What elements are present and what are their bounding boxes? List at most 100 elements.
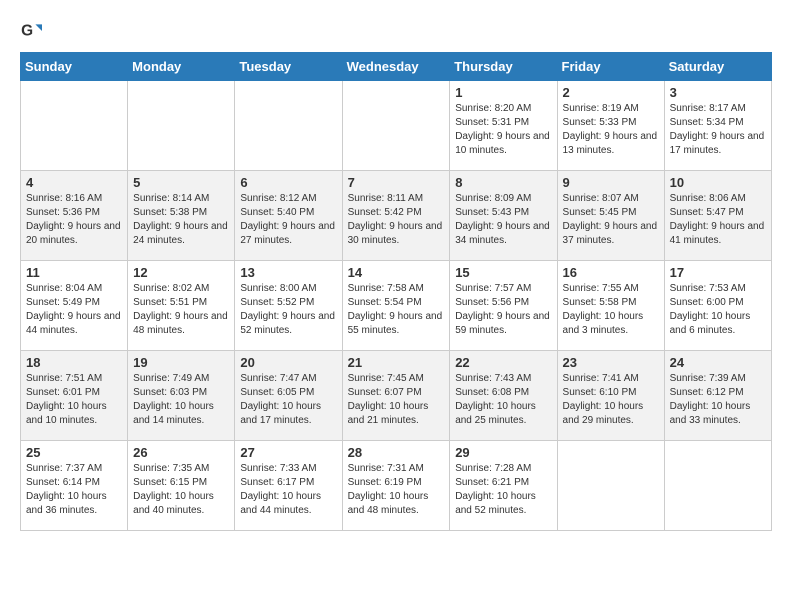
calendar-cell: 7Sunrise: 8:11 AM Sunset: 5:42 PM Daylig… bbox=[342, 171, 450, 261]
day-info: Sunrise: 7:53 AM Sunset: 6:00 PM Dayligh… bbox=[670, 282, 766, 338]
day-info: Sunrise: 8:02 AM Sunset: 5:51 PM Dayligh… bbox=[133, 282, 229, 338]
day-number: 9 bbox=[563, 175, 659, 190]
day-info: Sunrise: 7:37 AM Sunset: 6:14 PM Dayligh… bbox=[26, 462, 122, 518]
calendar-week-1: 1 Sunrise: 8:20 AM Sunset: 5:31 PM Daylig… bbox=[21, 81, 772, 171]
day-number: 4 bbox=[26, 175, 122, 190]
calendar-cell: 17 Sunrise: 7:53 AM Sunset: 6:00 PM Dayli… bbox=[664, 261, 771, 351]
day-number: 18 bbox=[26, 355, 122, 370]
day-info: Sunrise: 8:16 AM Sunset: 5:36 PM Dayligh… bbox=[26, 192, 122, 248]
header-row: SundayMondayTuesdayWednesdayThursdayFrid… bbox=[21, 53, 772, 81]
day-number: 5 bbox=[133, 175, 229, 190]
calendar-week-5: 25 Sunrise: 7:37 AM Sunset: 6:14 PM Dayli… bbox=[21, 441, 772, 531]
generalblue-icon: G bbox=[20, 20, 42, 42]
day-info: Sunrise: 7:51 AM Sunset: 6:01 PM Dayligh… bbox=[26, 372, 122, 428]
calendar-cell: 12Sunrise: 8:02 AM Sunset: 5:51 PM Dayli… bbox=[128, 261, 235, 351]
calendar-cell: 10 Sunrise: 8:06 AM Sunset: 5:47 PM Dayli… bbox=[664, 171, 771, 261]
day-info: Sunrise: 8:19 AM Sunset: 5:33 PM Dayligh… bbox=[563, 102, 659, 158]
calendar-cell bbox=[664, 441, 771, 531]
day-info: Sunrise: 7:55 AM Sunset: 5:58 PM Dayligh… bbox=[563, 282, 659, 338]
day-info: Sunrise: 7:43 AM Sunset: 6:08 PM Dayligh… bbox=[455, 372, 551, 428]
day-info: Sunrise: 7:58 AM Sunset: 5:54 PM Dayligh… bbox=[348, 282, 445, 338]
day-number: 21 bbox=[348, 355, 445, 370]
day-info: Sunrise: 7:39 AM Sunset: 6:12 PM Dayligh… bbox=[670, 372, 766, 428]
calendar-cell bbox=[235, 81, 342, 171]
day-info: Sunrise: 8:09 AM Sunset: 5:43 PM Dayligh… bbox=[455, 192, 551, 248]
day-number: 19 bbox=[133, 355, 229, 370]
day-info: Sunrise: 8:14 AM Sunset: 5:38 PM Dayligh… bbox=[133, 192, 229, 248]
calendar-cell bbox=[342, 81, 450, 171]
day-info: Sunrise: 7:31 AM Sunset: 6:19 PM Dayligh… bbox=[348, 462, 445, 518]
calendar-cell: 8 Sunrise: 8:09 AM Sunset: 5:43 PM Daylig… bbox=[450, 171, 557, 261]
day-info: Sunrise: 8:12 AM Sunset: 5:40 PM Dayligh… bbox=[240, 192, 336, 248]
day-number: 14 bbox=[348, 265, 445, 280]
day-number: 29 bbox=[455, 445, 551, 460]
calendar-cell: 6 Sunrise: 8:12 AM Sunset: 5:40 PM Daylig… bbox=[235, 171, 342, 261]
day-number: 3 bbox=[670, 85, 766, 100]
day-info: Sunrise: 7:28 AM Sunset: 6:21 PM Dayligh… bbox=[455, 462, 551, 518]
page-header: G bbox=[20, 20, 772, 42]
calendar-cell: 20 Sunrise: 7:47 AM Sunset: 6:05 PM Dayli… bbox=[235, 351, 342, 441]
day-number: 10 bbox=[670, 175, 766, 190]
day-info: Sunrise: 8:06 AM Sunset: 5:47 PM Dayligh… bbox=[670, 192, 766, 248]
day-number: 25 bbox=[26, 445, 122, 460]
day-number: 27 bbox=[240, 445, 336, 460]
day-number: 17 bbox=[670, 265, 766, 280]
calendar-cell: 9 Sunrise: 8:07 AM Sunset: 5:45 PM Daylig… bbox=[557, 171, 664, 261]
calendar-cell: 3 Sunrise: 8:17 AM Sunset: 5:34 PM Daylig… bbox=[664, 81, 771, 171]
day-number: 11 bbox=[26, 265, 122, 280]
day-info: Sunrise: 8:07 AM Sunset: 5:45 PM Dayligh… bbox=[563, 192, 659, 248]
svg-text:G: G bbox=[21, 22, 33, 39]
day-info: Sunrise: 7:45 AM Sunset: 6:07 PM Dayligh… bbox=[348, 372, 445, 428]
day-number: 15 bbox=[455, 265, 551, 280]
day-info: Sunrise: 8:17 AM Sunset: 5:34 PM Dayligh… bbox=[670, 102, 766, 158]
calendar-cell: 28 Sunrise: 7:31 AM Sunset: 6:19 PM Dayli… bbox=[342, 441, 450, 531]
calendar-cell bbox=[21, 81, 128, 171]
calendar-cell: 1 Sunrise: 8:20 AM Sunset: 5:31 PM Daylig… bbox=[450, 81, 557, 171]
calendar-cell: 16 Sunrise: 7:55 AM Sunset: 5:58 PM Dayli… bbox=[557, 261, 664, 351]
day-info: Sunrise: 7:33 AM Sunset: 6:17 PM Dayligh… bbox=[240, 462, 336, 518]
calendar-cell: 14 Sunrise: 7:58 AM Sunset: 5:54 PM Dayli… bbox=[342, 261, 450, 351]
day-number: 7 bbox=[348, 175, 445, 190]
day-info: Sunrise: 7:47 AM Sunset: 6:05 PM Dayligh… bbox=[240, 372, 336, 428]
calendar-cell: 26 Sunrise: 7:35 AM Sunset: 6:15 PM Dayli… bbox=[128, 441, 235, 531]
day-info: Sunrise: 8:00 AM Sunset: 5:52 PM Dayligh… bbox=[240, 282, 336, 338]
day-info: Sunrise: 8:20 AM Sunset: 5:31 PM Dayligh… bbox=[455, 102, 551, 158]
day-number: 20 bbox=[240, 355, 336, 370]
calendar-cell: 18 Sunrise: 7:51 AM Sunset: 6:01 PM Dayli… bbox=[21, 351, 128, 441]
calendar-cell: 24 Sunrise: 7:39 AM Sunset: 6:12 PM Dayli… bbox=[664, 351, 771, 441]
calendar-week-4: 18 Sunrise: 7:51 AM Sunset: 6:01 PM Dayli… bbox=[21, 351, 772, 441]
calendar-cell: 4 Sunrise: 8:16 AM Sunset: 5:36 PM Daylig… bbox=[21, 171, 128, 261]
day-number: 28 bbox=[348, 445, 445, 460]
calendar-cell: 11Sunrise: 8:04 AM Sunset: 5:49 PM Dayli… bbox=[21, 261, 128, 351]
calendar-week-2: 4 Sunrise: 8:16 AM Sunset: 5:36 PM Daylig… bbox=[21, 171, 772, 261]
calendar-cell: 25 Sunrise: 7:37 AM Sunset: 6:14 PM Dayli… bbox=[21, 441, 128, 531]
day-info: Sunrise: 7:57 AM Sunset: 5:56 PM Dayligh… bbox=[455, 282, 551, 338]
day-info: Sunrise: 7:35 AM Sunset: 6:15 PM Dayligh… bbox=[133, 462, 229, 518]
column-header-sunday: Sunday bbox=[21, 53, 128, 81]
column-header-friday: Friday bbox=[557, 53, 664, 81]
calendar-cell: 29 Sunrise: 7:28 AM Sunset: 6:21 PM Dayli… bbox=[450, 441, 557, 531]
day-number: 23 bbox=[563, 355, 659, 370]
calendar-cell: 27 Sunrise: 7:33 AM Sunset: 6:17 PM Dayli… bbox=[235, 441, 342, 531]
calendar-cell: 21 Sunrise: 7:45 AM Sunset: 6:07 PM Dayli… bbox=[342, 351, 450, 441]
calendar-table: SundayMondayTuesdayWednesdayThursdayFrid… bbox=[20, 52, 772, 531]
day-number: 2 bbox=[563, 85, 659, 100]
calendar-cell: 5 Sunrise: 8:14 AM Sunset: 5:38 PM Daylig… bbox=[128, 171, 235, 261]
calendar-cell: 22Sunrise: 7:43 AM Sunset: 6:08 PM Dayli… bbox=[450, 351, 557, 441]
logo: G bbox=[20, 20, 46, 42]
calendar-cell: 19Sunrise: 7:49 AM Sunset: 6:03 PM Dayli… bbox=[128, 351, 235, 441]
day-number: 8 bbox=[455, 175, 551, 190]
column-header-thursday: Thursday bbox=[450, 53, 557, 81]
day-number: 24 bbox=[670, 355, 766, 370]
calendar-cell: 23Sunrise: 7:41 AM Sunset: 6:10 PM Dayli… bbox=[557, 351, 664, 441]
column-header-monday: Monday bbox=[128, 53, 235, 81]
day-number: 6 bbox=[240, 175, 336, 190]
column-header-tuesday: Tuesday bbox=[235, 53, 342, 81]
calendar-week-3: 11Sunrise: 8:04 AM Sunset: 5:49 PM Dayli… bbox=[21, 261, 772, 351]
day-number: 16 bbox=[563, 265, 659, 280]
calendar-cell: 13Sunrise: 8:00 AM Sunset: 5:52 PM Dayli… bbox=[235, 261, 342, 351]
day-number: 26 bbox=[133, 445, 229, 460]
column-header-saturday: Saturday bbox=[664, 53, 771, 81]
day-number: 1 bbox=[455, 85, 551, 100]
column-header-wednesday: Wednesday bbox=[342, 53, 450, 81]
